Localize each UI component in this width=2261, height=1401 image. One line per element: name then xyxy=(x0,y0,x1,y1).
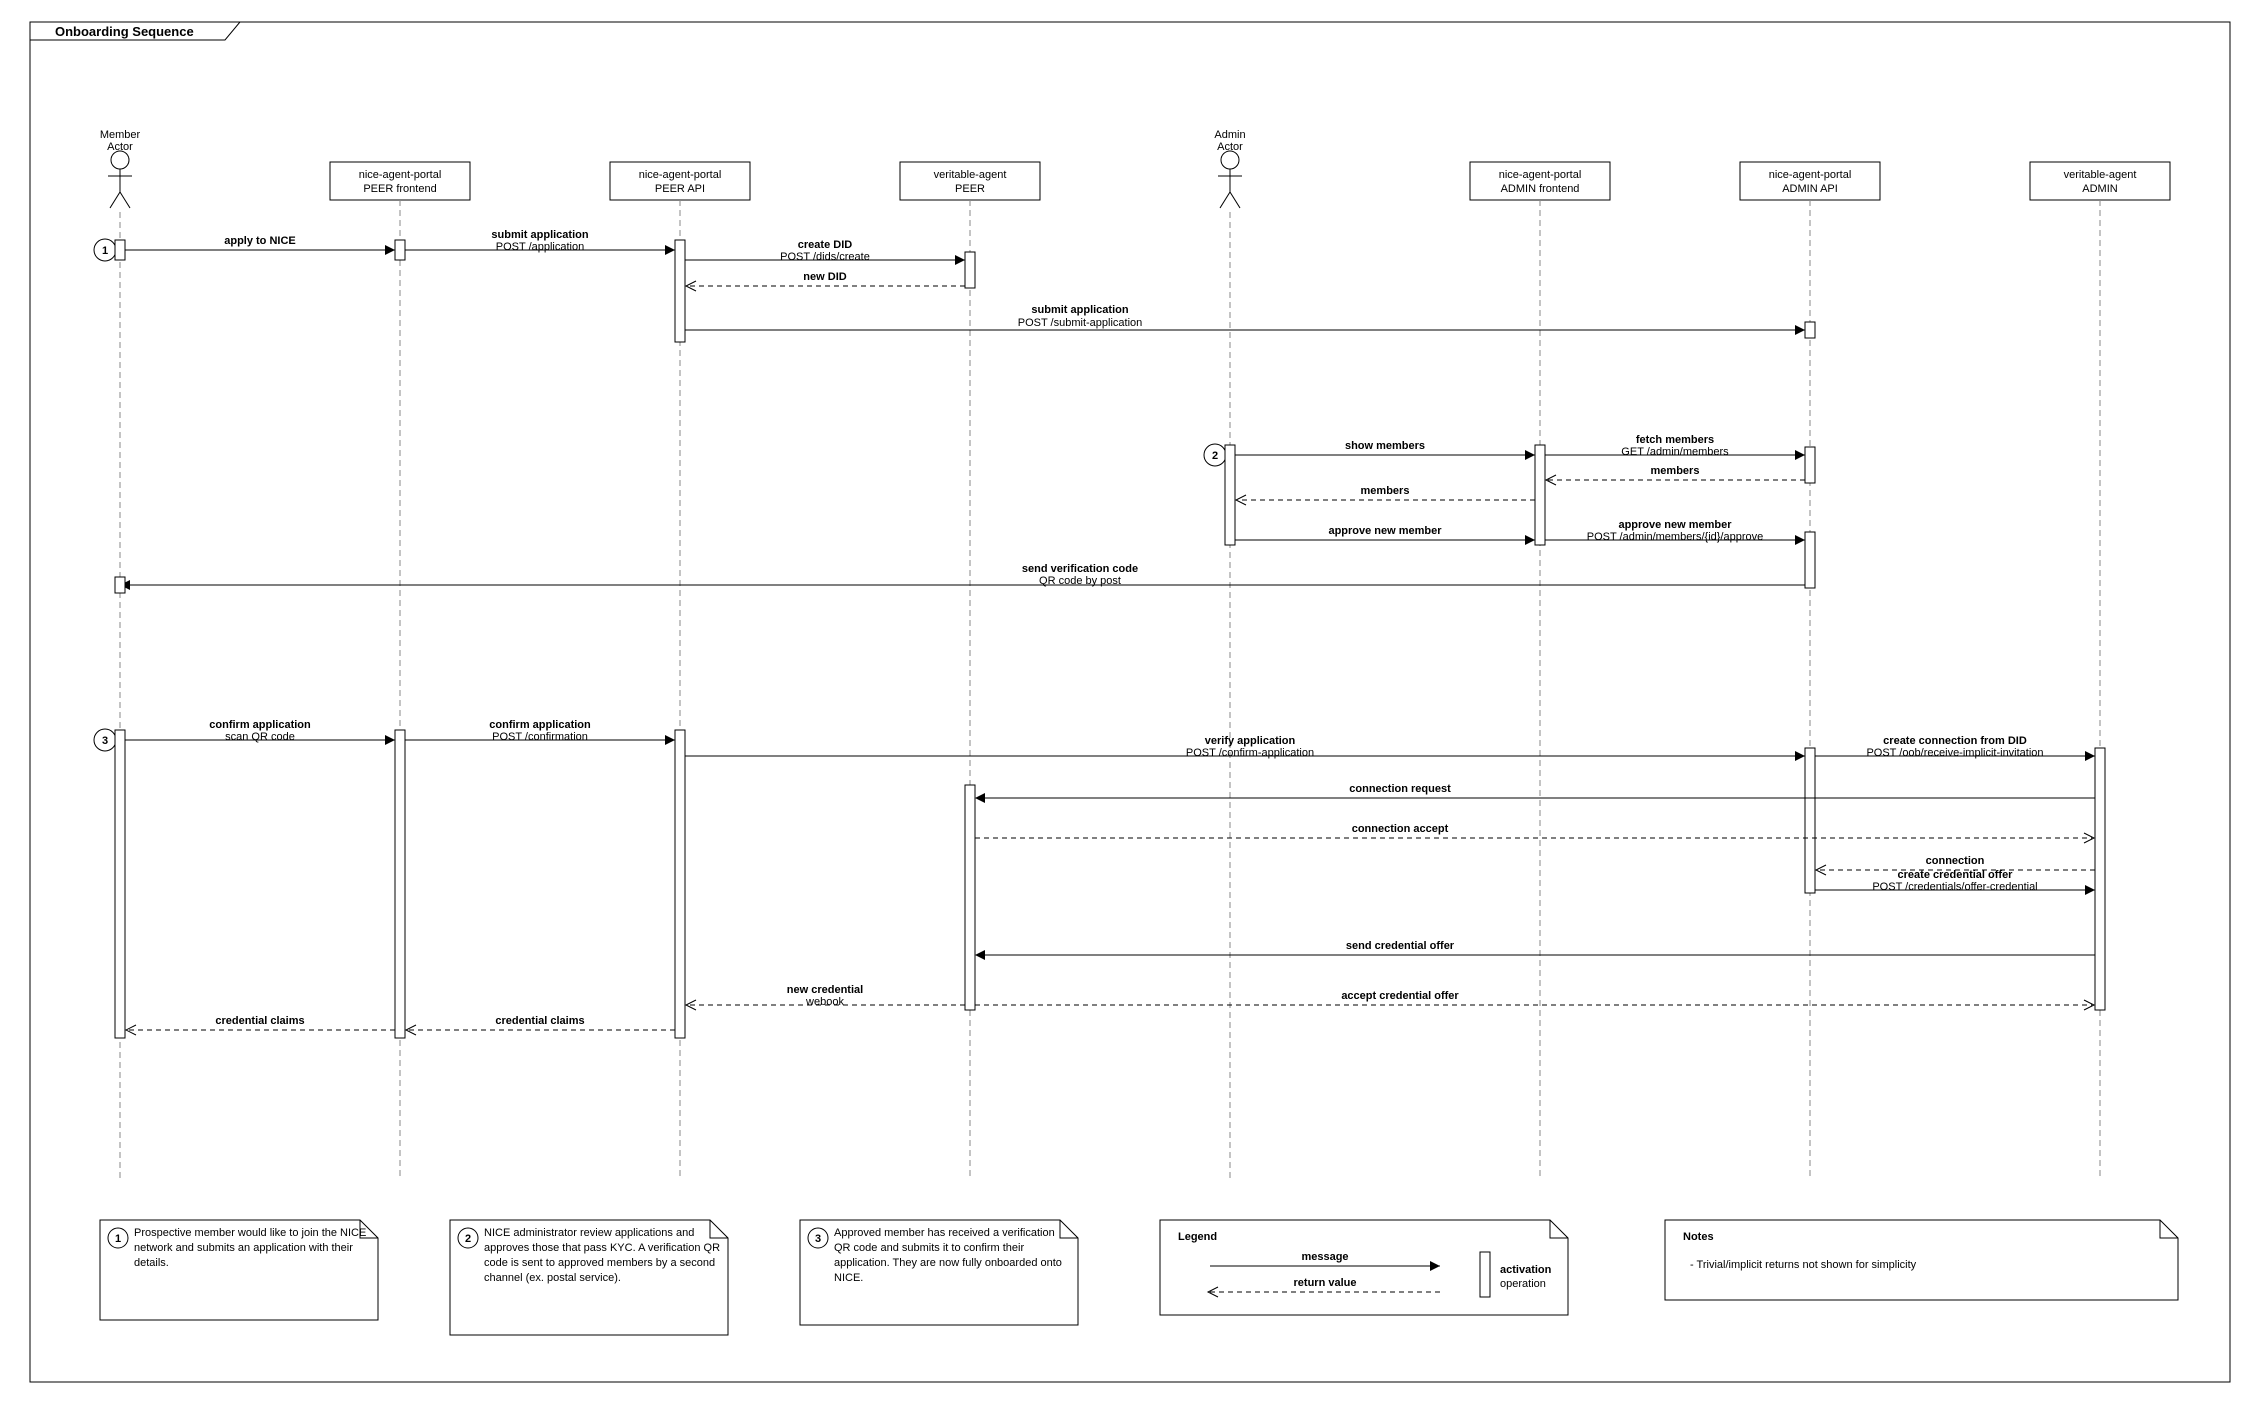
svg-text:apply to NICE: apply to NICE xyxy=(224,235,296,247)
svg-text:webook: webook xyxy=(805,996,844,1008)
svg-text:POST /dids/create: POST /dids/create xyxy=(780,251,870,263)
svg-text:nice-agent-portal: nice-agent-portal xyxy=(639,169,722,181)
svg-text:PEER: PEER xyxy=(955,183,985,195)
svg-text:2: 2 xyxy=(465,1233,471,1245)
actor-admin: Admin Actor xyxy=(1214,129,1245,1180)
svg-text:Member: Member xyxy=(100,129,141,141)
svg-text:create DID: create DID xyxy=(798,239,852,251)
note-1: 1 Prospective member would like to join … xyxy=(100,1220,378,1320)
svg-text:members: members xyxy=(1651,465,1700,477)
svg-text:activation: activation xyxy=(1500,1264,1552,1276)
lane-admin-frontend: nice-agent-portal ADMIN frontend xyxy=(1470,162,1610,1180)
svg-text:Actor: Actor xyxy=(107,141,133,153)
activation-bar xyxy=(115,240,125,260)
svg-text:new DID: new DID xyxy=(803,271,846,283)
svg-text:1: 1 xyxy=(102,245,108,257)
svg-text:operation: operation xyxy=(1500,1278,1546,1290)
note-3: 3 Approved member has received a verific… xyxy=(800,1220,1078,1325)
svg-text:POST /submit-application: POST /submit-application xyxy=(1018,317,1143,329)
svg-text:POST /application: POST /application xyxy=(496,241,584,253)
note-2: 2 NICE administrator review applications… xyxy=(450,1220,728,1335)
svg-text:Legend: Legend xyxy=(1178,1231,1217,1243)
svg-text:PEER frontend: PEER frontend xyxy=(363,183,436,195)
svg-text:create credential offer: create credential offer xyxy=(1898,869,2014,881)
svg-text:POST /credentials/offer-creden: POST /credentials/offer-credential xyxy=(1872,881,2037,893)
svg-text:submit application: submit application xyxy=(491,229,588,241)
svg-text:ADMIN frontend: ADMIN frontend xyxy=(1501,183,1580,195)
svg-text:scan QR code: scan QR code xyxy=(225,731,295,743)
svg-text:veritable-agent: veritable-agent xyxy=(934,169,1007,181)
svg-text:send credential offer: send credential offer xyxy=(1346,940,1455,952)
frame-title: Onboarding Sequence xyxy=(55,24,194,39)
svg-text:verify application: verify application xyxy=(1205,735,1296,747)
svg-text:POST /confirmation: POST /confirmation xyxy=(492,731,588,743)
svg-text:submit application: submit application xyxy=(1031,304,1128,316)
svg-text:- Trivial/implicit returns not: - Trivial/implicit returns not shown for… xyxy=(1690,1259,1917,1271)
svg-text:show members: show members xyxy=(1345,440,1425,452)
svg-text:send verification code: send verification code xyxy=(1022,563,1138,575)
step-2: 2 show members fetch members GET /admin/… xyxy=(115,434,1815,593)
lane-admin-api: nice-agent-portal ADMIN API xyxy=(1740,162,1880,1180)
svg-text:nice-agent-portal: nice-agent-portal xyxy=(359,169,442,181)
svg-text:connection request: connection request xyxy=(1349,783,1451,795)
svg-text:nice-agent-portal: nice-agent-portal xyxy=(1769,169,1852,181)
svg-text:confirm application: confirm application xyxy=(209,719,311,731)
legend: Legend message return value activation o… xyxy=(1160,1220,1568,1315)
svg-text:POST /oob/receive-implicit-inv: POST /oob/receive-implicit-invitation xyxy=(1866,747,2043,759)
svg-text:Notes: Notes xyxy=(1683,1231,1714,1243)
svg-text:3: 3 xyxy=(815,1233,821,1245)
svg-text:1: 1 xyxy=(115,1233,121,1245)
svg-text:Admin: Admin xyxy=(1214,129,1245,141)
svg-text:confirm application: confirm application xyxy=(489,719,591,731)
svg-text:credential claims: credential claims xyxy=(495,1015,584,1027)
svg-text:accept credential offer: accept credential offer xyxy=(1341,990,1459,1002)
svg-text:Actor: Actor xyxy=(1217,141,1243,153)
svg-text:approve new member: approve new member xyxy=(1328,525,1442,537)
svg-text:members: members xyxy=(1361,485,1410,497)
svg-text:fetch members: fetch members xyxy=(1636,434,1714,446)
svg-text:connection: connection xyxy=(1926,855,1985,867)
svg-text:QR code by post: QR code by post xyxy=(1039,575,1121,587)
svg-text:POST /confirm-application: POST /confirm-application xyxy=(1186,747,1314,759)
svg-text:2: 2 xyxy=(1212,450,1218,462)
svg-text:new credential: new credential xyxy=(787,984,863,996)
svg-text:ADMIN API: ADMIN API xyxy=(1782,183,1838,195)
step-3: 3 confirm application scan QR code confi… xyxy=(94,719,2105,1038)
svg-text:credential claims: credential claims xyxy=(215,1015,304,1027)
svg-text:POST /admin/members/{id}/appro: POST /admin/members/{id}/approve xyxy=(1587,531,1764,543)
lane-peer-agent: veritable-agent PEER xyxy=(900,162,1040,1180)
notes-box: Notes - Trivial/implicit returns not sho… xyxy=(1665,1220,2178,1300)
svg-text:ADMIN: ADMIN xyxy=(2082,183,2118,195)
svg-text:approve new member: approve new member xyxy=(1618,519,1732,531)
step-1: 1 apply to NICE submit application POST … xyxy=(94,229,1815,342)
svg-text:3: 3 xyxy=(102,735,108,747)
svg-text:veritable-agent: veritable-agent xyxy=(2064,169,2137,181)
svg-text:return value: return value xyxy=(1294,1277,1357,1289)
svg-text:GET /admin/members: GET /admin/members xyxy=(1621,446,1729,458)
frame: Onboarding Sequence xyxy=(30,22,2230,1382)
svg-text:create connection from DID: create connection from DID xyxy=(1883,735,2027,747)
svg-text:message: message xyxy=(1301,1251,1348,1263)
svg-text:PEER API: PEER API xyxy=(655,183,705,195)
svg-text:nice-agent-portal: nice-agent-portal xyxy=(1499,169,1582,181)
lane-admin-agent: veritable-agent ADMIN xyxy=(2030,162,2170,1180)
sequence-diagram: Onboarding Sequence Member Actor nice-ag… xyxy=(0,0,2261,1401)
svg-text:connection accept: connection accept xyxy=(1352,823,1449,835)
